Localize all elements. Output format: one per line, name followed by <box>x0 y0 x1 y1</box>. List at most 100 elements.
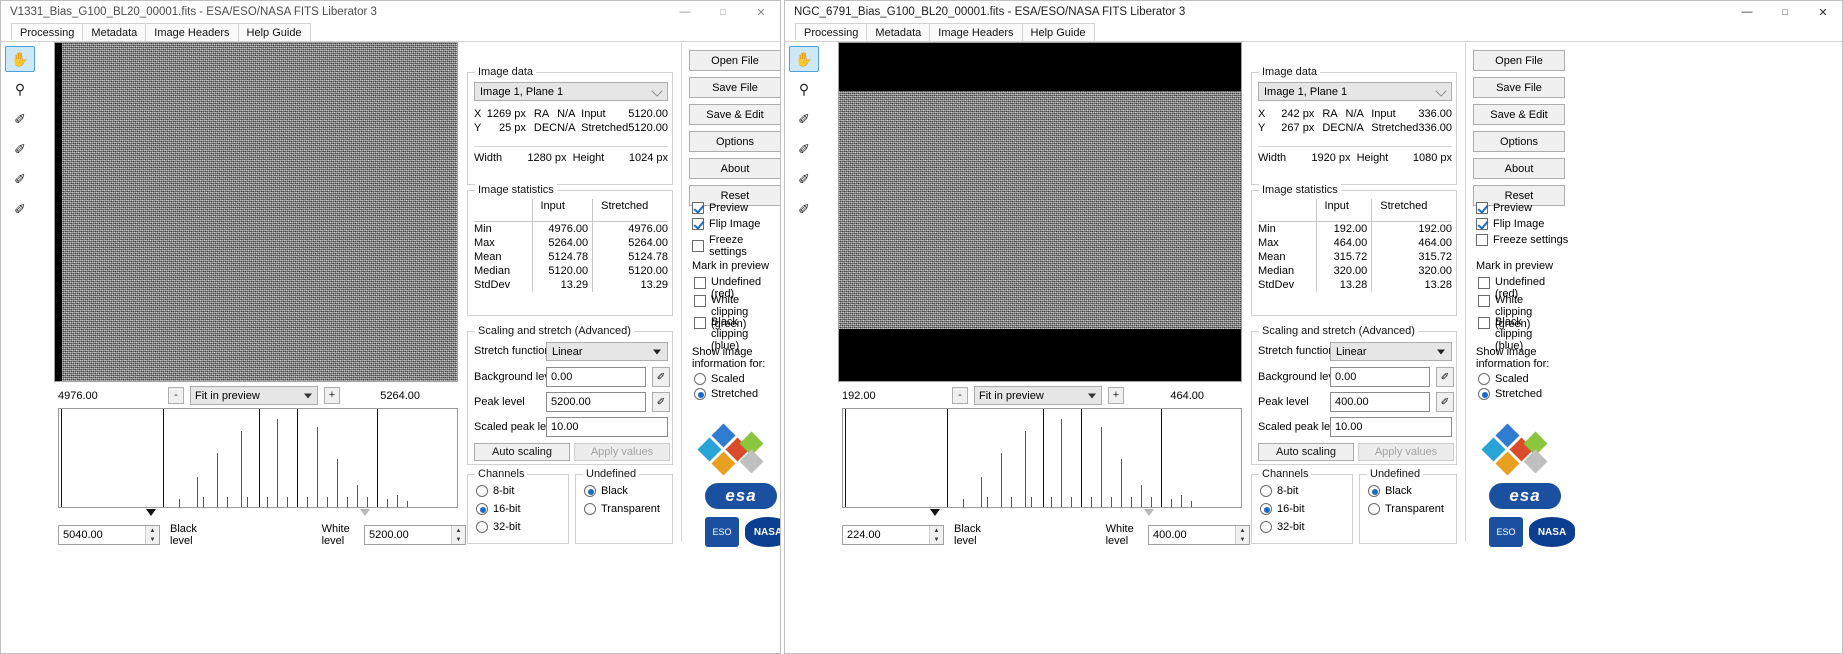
spin-up-icon[interactable]: ▲ <box>930 526 943 535</box>
eyedropper-tool[interactable]: ✐ <box>789 106 819 132</box>
white-level-spin-arrows[interactable]: ▲ ▼ <box>451 526 465 544</box>
eyedropper-white-point-tool[interactable]: ✐ <box>789 196 819 222</box>
white-level-input[interactable] <box>1149 526 1235 544</box>
zoom-out-button[interactable]: - <box>952 387 968 404</box>
tab-metadata[interactable]: Metadata <box>866 23 931 41</box>
checkbox-flip-image[interactable]: Flip Image <box>692 218 760 230</box>
eyedropper-white-tool[interactable]: ✐ <box>789 136 819 162</box>
image-plane-select[interactable]: Image 1, Plane 1 <box>474 82 668 101</box>
zoom-in-button[interactable]: + <box>1108 387 1124 404</box>
button-save-edit[interactable]: Save & Edit <box>1473 104 1565 125</box>
spin-up-icon[interactable]: ▲ <box>1236 526 1249 535</box>
channel-option-8-bit[interactable]: 8-bit <box>476 485 514 497</box>
tab-help-guide[interactable]: Help Guide <box>237 23 311 41</box>
histogram-black-point-handle[interactable] <box>146 509 156 516</box>
black-level-stepper[interactable]: ▲▼ <box>842 525 944 545</box>
show-info-scaled[interactable]: Scaled <box>1478 373 1529 385</box>
button-save-edit[interactable]: Save & Edit <box>689 104 780 125</box>
auto-scaling-button[interactable]: Auto scaling <box>474 443 570 461</box>
pan-hand-tool[interactable]: ✋ <box>789 46 819 72</box>
zoom-level-select[interactable]: Fit in preview <box>974 386 1102 405</box>
image-preview[interactable] <box>838 42 1242 382</box>
checkbox-flip-image[interactable]: Flip Image <box>1476 218 1544 230</box>
spin-up-icon[interactable]: ▲ <box>146 526 159 535</box>
tab-processing[interactable]: Processing <box>11 23 84 41</box>
button-options[interactable]: Options <box>1473 131 1565 152</box>
white-level-input[interactable] <box>365 526 451 544</box>
spin-up-icon[interactable]: ▲ <box>452 526 465 535</box>
image-preview[interactable] <box>54 42 458 382</box>
tab-metadata[interactable]: Metadata <box>82 23 147 41</box>
close-button[interactable]: ✕ <box>1804 1 1842 23</box>
channel-option-8-bit[interactable]: 8-bit <box>1260 485 1298 497</box>
zoom-out-button[interactable]: - <box>168 387 184 404</box>
zoom-magnifier-tool[interactable]: ⚲ <box>789 76 819 102</box>
zoom-level-select[interactable]: Fit in preview <box>190 386 318 405</box>
eyedropper-black-point-tool[interactable]: ✐ <box>789 166 819 192</box>
background-level-picker-icon[interactable]: ✐ <box>1436 367 1454 387</box>
undefined-option-Black[interactable]: Black <box>1368 485 1412 497</box>
undefined-option-Transparent[interactable]: Transparent <box>1368 503 1444 515</box>
peak-level-picker-icon[interactable]: ✐ <box>652 392 670 412</box>
minimize-button[interactable]: — <box>666 1 704 23</box>
peak-level-input[interactable] <box>546 392 646 412</box>
black-level-spin-arrows[interactable]: ▲ ▼ <box>929 526 943 544</box>
button-options[interactable]: Options <box>689 131 780 152</box>
button-save-file[interactable]: Save File <box>689 77 780 98</box>
maximize-button[interactable]: □ <box>704 1 742 23</box>
background-level-input[interactable] <box>1330 367 1430 387</box>
histogram-black-point-handle[interactable] <box>930 509 940 516</box>
eyedropper-white-point-tool[interactable]: ✐ <box>5 196 35 222</box>
tab-help-guide[interactable]: Help Guide <box>1021 23 1095 41</box>
histogram[interactable] <box>58 408 458 508</box>
spin-down-icon[interactable]: ▼ <box>1236 535 1249 544</box>
spin-down-icon[interactable]: ▼ <box>452 535 465 544</box>
black-level-input[interactable] <box>59 526 145 544</box>
channel-option-32-bit[interactable]: 32-bit <box>476 521 521 533</box>
checkbox-preview[interactable]: Preview <box>1476 202 1532 214</box>
black-level-spin-arrows[interactable]: ▲ ▼ <box>145 526 159 544</box>
close-button[interactable]: ✕ <box>742 1 780 23</box>
eyedropper-black-point-tool[interactable]: ✐ <box>5 166 35 192</box>
auto-scaling-button[interactable]: Auto scaling <box>1258 443 1354 461</box>
button-save-file[interactable]: Save File <box>1473 77 1565 98</box>
minimize-button[interactable]: — <box>1728 1 1766 23</box>
zoom-magnifier-tool[interactable]: ⚲ <box>5 76 35 102</box>
background-level-input[interactable] <box>546 367 646 387</box>
black-level-input[interactable] <box>843 526 929 544</box>
button-open-file[interactable]: Open File <box>1473 50 1565 71</box>
scaled-peak-level-input[interactable] <box>1330 417 1452 437</box>
undefined-option-Transparent[interactable]: Transparent <box>584 503 660 515</box>
button-about[interactable]: About <box>1473 158 1565 179</box>
tab-processing[interactable]: Processing <box>795 23 868 41</box>
checkbox-freeze-settings[interactable]: Freeze settings <box>1476 234 1568 246</box>
black-level-stepper[interactable]: ▲▼ <box>58 525 160 545</box>
stretch-function-select[interactable]: Linear <box>546 342 668 361</box>
white-level-stepper[interactable]: ▲▼ <box>364 525 466 545</box>
channel-option-16-bit[interactable]: 16-bit <box>476 503 521 515</box>
peak-level-picker-icon[interactable]: ✐ <box>1436 392 1454 412</box>
background-level-picker-icon[interactable]: ✐ <box>652 367 670 387</box>
image-plane-select[interactable]: Image 1, Plane 1 <box>1258 82 1452 101</box>
channel-option-16-bit[interactable]: 16-bit <box>1260 503 1305 515</box>
peak-level-input[interactable] <box>1330 392 1430 412</box>
button-about[interactable]: About <box>689 158 780 179</box>
maximize-button[interactable]: □ <box>1766 1 1804 23</box>
undefined-option-Black[interactable]: Black <box>584 485 628 497</box>
histogram[interactable] <box>842 408 1242 508</box>
pan-hand-tool[interactable]: ✋ <box>5 46 35 72</box>
spin-down-icon[interactable]: ▼ <box>930 535 943 544</box>
white-level-spin-arrows[interactable]: ▲ ▼ <box>1235 526 1249 544</box>
histogram-white-point-handle[interactable] <box>1144 509 1154 516</box>
checkbox-preview[interactable]: Preview <box>692 202 748 214</box>
show-info-stretched[interactable]: Stretched <box>1478 388 1542 400</box>
channel-option-32-bit[interactable]: 32-bit <box>1260 521 1305 533</box>
show-info-stretched[interactable]: Stretched <box>694 388 758 400</box>
spin-down-icon[interactable]: ▼ <box>146 535 159 544</box>
zoom-in-button[interactable]: + <box>324 387 340 404</box>
show-info-scaled[interactable]: Scaled <box>694 373 745 385</box>
stretch-function-select[interactable]: Linear <box>1330 342 1452 361</box>
eyedropper-white-tool[interactable]: ✐ <box>5 136 35 162</box>
white-level-stepper[interactable]: ▲▼ <box>1148 525 1250 545</box>
tab-image-headers[interactable]: Image Headers <box>929 23 1023 41</box>
